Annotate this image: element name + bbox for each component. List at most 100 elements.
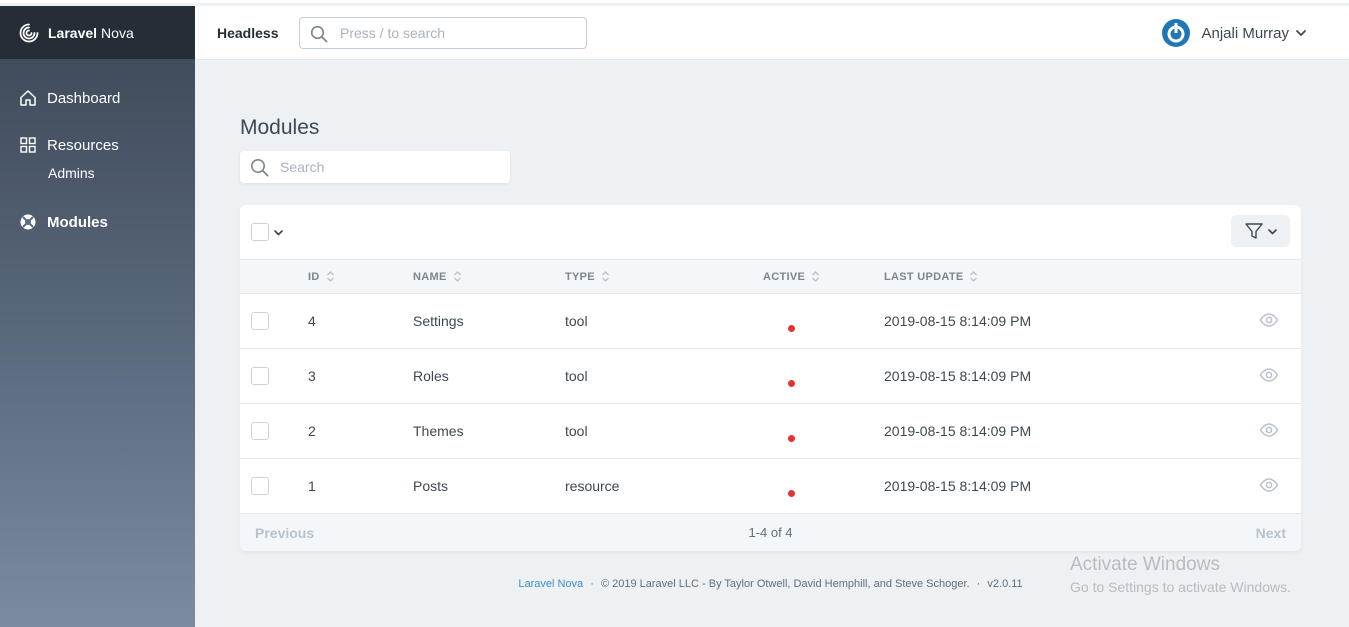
column-header-name[interactable]: NAME	[413, 270, 462, 283]
windows-activation-watermark: Activate Windows Go to Settings to activ…	[1070, 554, 1291, 595]
cell-last-update: 2019-08-15 8:14:09 PM	[884, 313, 1032, 329]
eye-icon[interactable]	[1259, 365, 1279, 385]
search-icon	[310, 25, 328, 43]
resource-search[interactable]	[240, 151, 510, 183]
cell-id: 3	[308, 368, 316, 384]
cell-last-update: 2019-08-15 8:14:09 PM	[884, 368, 1032, 384]
page-title: Modules	[240, 116, 320, 139]
sort-icon	[453, 270, 462, 283]
sidebar-item-label: Dashboard	[47, 89, 121, 107]
footer-separator: ·	[976, 578, 981, 590]
row-checkbox[interactable]	[251, 312, 269, 330]
brand[interactable]: Laravel Nova	[0, 6, 195, 59]
table-row: 1 Posts resource 2019-08-15 8:14:09 PM	[240, 459, 1301, 514]
chevron-down-icon	[1267, 226, 1278, 237]
column-label: LAST UPDATE	[884, 270, 964, 283]
select-all-checkbox[interactable]	[251, 223, 269, 241]
sidebar-item-dashboard[interactable]: Dashboard	[0, 87, 195, 109]
sort-icon	[326, 270, 335, 283]
resource-table-card: ID NAME TYPE ACTIVE LAST UPDATE 4 Settin…	[240, 205, 1301, 551]
row-checkbox[interactable]	[251, 422, 269, 440]
sidebar-item-label: Modules	[47, 213, 108, 231]
search-icon	[250, 158, 269, 177]
select-all-dropdown[interactable]	[251, 223, 284, 241]
cell-type: tool	[565, 313, 588, 329]
row-checkbox[interactable]	[251, 367, 269, 385]
cell-active	[788, 374, 795, 390]
inactive-status-dot	[788, 325, 795, 332]
global-search-input[interactable]	[340, 18, 580, 48]
pagination: Previous 1-4 of 4 Next	[240, 514, 1301, 551]
column-header-last-update[interactable]: LAST UPDATE	[884, 270, 978, 283]
table-row: 4 Settings tool 2019-08-15 8:14:09 PM	[240, 294, 1301, 349]
cell-type: tool	[565, 423, 588, 439]
resource-search-input[interactable]	[280, 151, 500, 183]
cell-id: 1	[308, 478, 316, 494]
user-menu[interactable]: Anjali Murray	[1161, 18, 1307, 48]
top-header: Headless Anjali Murray	[195, 6, 1349, 60]
cell-type: resource	[565, 478, 620, 494]
cell-last-update: 2019-08-15 8:14:09 PM	[884, 423, 1032, 439]
cell-last-update: 2019-08-15 8:14:09 PM	[884, 478, 1032, 494]
column-header-active[interactable]: ACTIVE	[763, 270, 820, 283]
cell-id: 2	[308, 423, 316, 439]
inactive-status-dot	[788, 435, 795, 442]
footer-version: v2.0.11	[987, 578, 1023, 590]
eye-icon[interactable]	[1259, 420, 1279, 440]
filter-icon	[1244, 221, 1264, 241]
table-row: 2 Themes tool 2019-08-15 8:14:09 PM	[240, 404, 1301, 459]
eye-icon[interactable]	[1259, 310, 1279, 330]
cell-active	[788, 319, 795, 335]
column-label: TYPE	[565, 270, 595, 283]
global-search[interactable]	[299, 17, 587, 49]
eye-icon[interactable]	[1259, 475, 1279, 495]
user-name: Anjali Murray	[1201, 24, 1289, 42]
sort-icon	[811, 270, 820, 283]
inactive-status-dot	[788, 380, 795, 387]
sort-icon	[969, 270, 978, 283]
cell-name: Themes	[413, 423, 464, 439]
column-header-id[interactable]: ID	[308, 270, 335, 283]
app-name: Headless	[217, 25, 279, 41]
row-checkbox[interactable]	[251, 477, 269, 495]
cell-id: 4	[308, 313, 316, 329]
table-toolbar	[240, 205, 1301, 259]
grid-icon	[19, 136, 37, 154]
pagination-info: 1-4 of 4	[748, 525, 793, 540]
footer-copyright: © 2019 Laravel LLC - By Taylor Otwell, D…	[600, 578, 970, 590]
sidebar-item-resources[interactable]: Resources	[0, 134, 195, 156]
brand-name-bold: Laravel	[48, 24, 98, 41]
sidebar-item-modules[interactable]: Modules	[0, 211, 195, 233]
column-header-type[interactable]: TYPE	[565, 270, 610, 283]
brand-name-light: Nova	[101, 24, 134, 41]
cell-active	[788, 429, 795, 445]
home-icon	[19, 89, 37, 107]
column-label: ID	[308, 270, 320, 283]
chevron-down-icon	[273, 227, 284, 238]
sidebar-item-label: Resources	[47, 136, 119, 154]
inactive-status-dot	[788, 490, 795, 497]
cell-name: Roles	[413, 368, 449, 384]
next-page-button[interactable]: Next	[1256, 525, 1286, 541]
cell-name: Settings	[413, 313, 464, 329]
sidebar-nav: Dashboard Resources Admins Modules	[0, 59, 195, 233]
cell-type: tool	[565, 368, 588, 384]
footer-link-nova[interactable]: Laravel Nova	[518, 578, 583, 590]
table-header: ID NAME TYPE ACTIVE LAST UPDATE	[240, 259, 1301, 294]
watermark-subtitle: Go to Settings to activate Windows.	[1070, 579, 1291, 595]
nova-logo-icon	[19, 23, 39, 43]
sort-icon	[601, 270, 610, 283]
cell-active	[788, 484, 795, 500]
column-label: NAME	[413, 270, 447, 283]
watermark-title: Activate Windows	[1070, 554, 1220, 575]
footer-separator: ·	[590, 578, 594, 590]
column-label: ACTIVE	[763, 270, 806, 283]
avatar	[1161, 18, 1191, 48]
table-row: 3 Roles tool 2019-08-15 8:14:09 PM	[240, 349, 1301, 404]
sidebar-item-admins[interactable]: Admins	[0, 165, 195, 183]
cell-name: Posts	[413, 478, 449, 494]
filter-button[interactable]	[1231, 215, 1290, 247]
sidebar: Laravel Nova Dashboard Resources Admins …	[0, 6, 195, 627]
chevron-down-icon	[1295, 27, 1307, 39]
lifebuoy-icon	[19, 213, 37, 231]
